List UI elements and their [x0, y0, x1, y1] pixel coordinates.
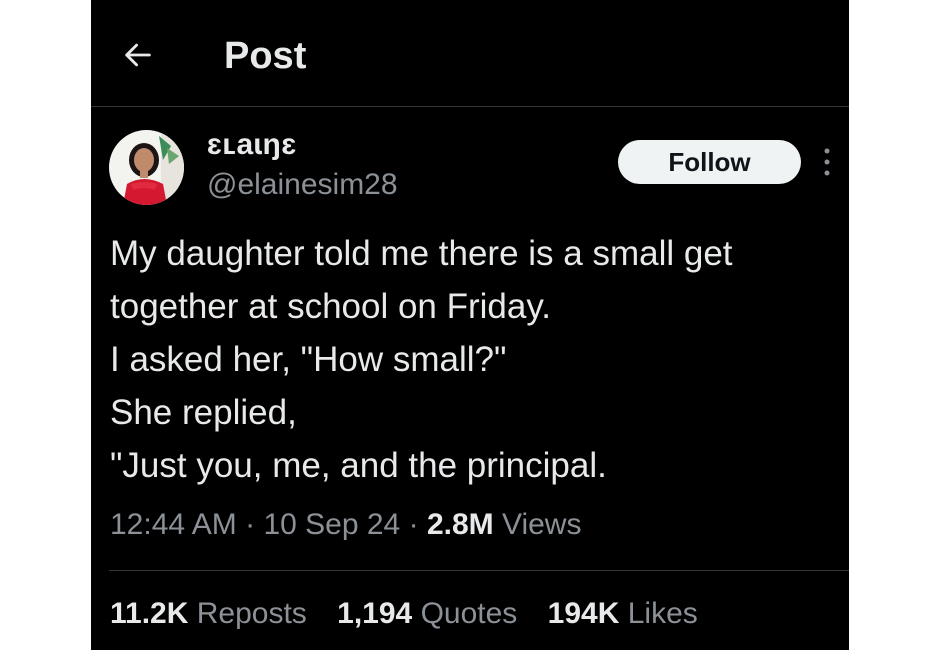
page-title: Post — [224, 35, 307, 77]
post-time[interactable]: 12:44 AM — [110, 508, 237, 541]
views-count: 2.8M — [426, 508, 494, 541]
reposts-stat[interactable]: 11.2K Reposts — [110, 597, 307, 630]
tweet-line: My daughter told me there is a small get — [110, 234, 733, 273]
tweet-text: My daughter told me there is a small get… — [110, 227, 840, 492]
reposts-count: 11.2K — [110, 597, 189, 630]
quotes-stat[interactable]: 1,194 Quotes — [337, 597, 517, 630]
likes-count: 194K — [547, 597, 620, 630]
quotes-label: Quotes — [420, 597, 518, 630]
views-label: Views — [501, 508, 582, 541]
post-date[interactable]: 10 Sep 24 — [263, 508, 400, 541]
post-header: Post — [91, 0, 849, 107]
tweet-meta: 12:44 AM · 10 Sep 24 · 2.8M Views — [110, 505, 581, 545]
tweet-line: "Just you, me, and the principal. — [110, 446, 607, 485]
avatar-image — [109, 130, 184, 205]
quotes-count: 1,194 — [337, 597, 413, 630]
likes-label: Likes — [627, 597, 698, 630]
author-display-name[interactable]: ɛʟaɩŋɛ — [207, 126, 297, 164]
engagement-stats: 11.2K Reposts 1,194 Quotes 194K Likes — [110, 594, 720, 634]
tweet-line: She replied, — [110, 393, 297, 432]
arrow-left-icon[interactable] — [121, 38, 155, 72]
avatar[interactable] — [109, 130, 184, 205]
meta-separator: · — [245, 508, 256, 541]
tweet-line: together at school on Friday. — [110, 287, 551, 326]
tweet-line: I asked her, "How small?" — [110, 340, 507, 379]
meta-separator: · — [408, 508, 419, 541]
author-handle[interactable]: @elainesim28 — [207, 166, 398, 204]
divider — [109, 570, 849, 571]
reposts-label: Reposts — [196, 597, 307, 630]
post-view: Post ɛʟaɩŋɛ @elainesim28 Follow My daugh… — [91, 0, 849, 650]
more-vertical-icon[interactable] — [821, 146, 833, 178]
likes-stat[interactable]: 194K Likes — [548, 597, 698, 630]
follow-button[interactable]: Follow — [618, 140, 801, 184]
